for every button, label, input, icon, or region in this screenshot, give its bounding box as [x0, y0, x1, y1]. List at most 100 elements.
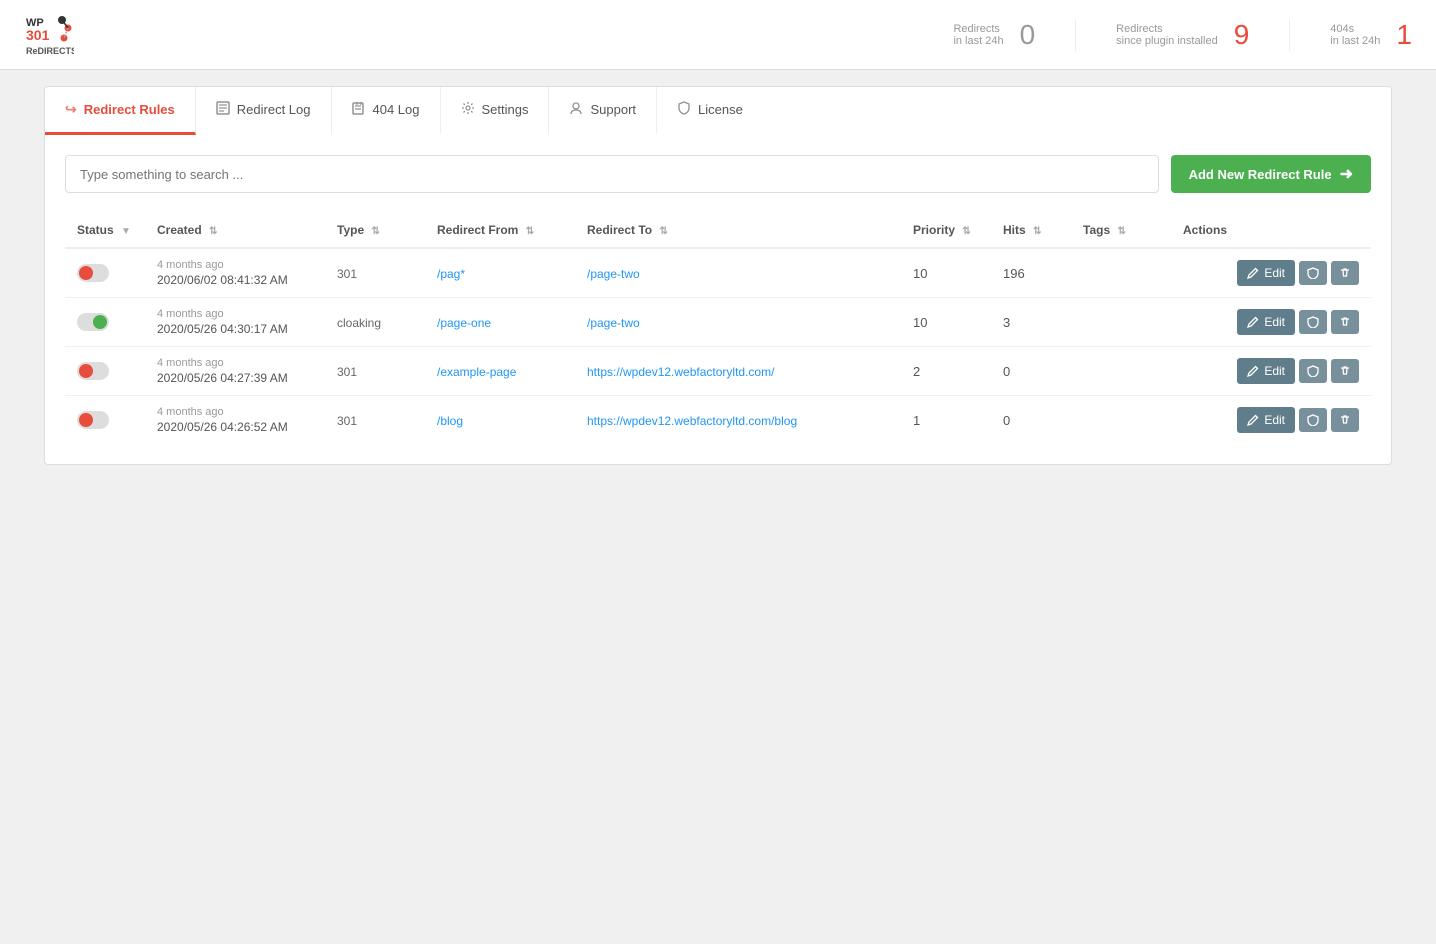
- sort-icon-hits[interactable]: ⇅: [1033, 226, 1041, 237]
- redirect-to-link-1[interactable]: /page-two: [587, 316, 640, 330]
- redirect-from-link-0[interactable]: /pag*: [437, 267, 465, 281]
- logo-svg: WP 301 ReDIRECTS: [24, 10, 74, 60]
- sort-icon-to[interactable]: ⇅: [659, 226, 667, 237]
- tab-support[interactable]: Support: [549, 87, 657, 135]
- tab-redirect-log[interactable]: Redirect Log: [196, 87, 332, 135]
- stat-redirects-24h: Redirects in last 24h 0: [953, 19, 1035, 51]
- redirect-from-link-1[interactable]: /page-one: [437, 316, 491, 330]
- created-cell-3: 4 months ago 2020/05/26 04:26:52 AM: [145, 396, 325, 445]
- redirect-to-link-0[interactable]: /page-two: [587, 267, 640, 281]
- col-status-label: Status: [77, 223, 114, 237]
- table-header: Status ▼ Created ⇅ Type ⇅ Redirect From …: [65, 213, 1371, 248]
- content-area: Add New Redirect Rule ➜ Status ▼ Created…: [44, 135, 1392, 465]
- stat-label-main2: Redirects: [1116, 23, 1218, 35]
- date-main-1: 2020/05/26 04:30:17 AM: [157, 322, 313, 336]
- created-cell-0: 4 months ago 2020/06/02 08:41:32 AM: [145, 248, 325, 298]
- status-toggle-1[interactable]: [77, 313, 109, 331]
- edit-button-1[interactable]: Edit: [1237, 309, 1295, 335]
- status-toggle-2[interactable]: [77, 362, 109, 380]
- edit-icon: [1247, 365, 1259, 377]
- col-header-redirect-from: Redirect From ⇅: [425, 213, 575, 248]
- shield-button-0[interactable]: [1299, 261, 1327, 285]
- redirect-rules-icon: ↪: [65, 101, 77, 118]
- redirect-log-icon: [216, 101, 230, 118]
- license-icon: [677, 101, 691, 118]
- from-cell-0: /pag*: [425, 248, 575, 298]
- status-cell-3: [65, 396, 145, 445]
- edit-button-3[interactable]: Edit: [1237, 407, 1295, 433]
- delete-button-1[interactable]: [1331, 310, 1359, 334]
- tags-cell-0: [1071, 248, 1171, 298]
- sort-icon-tags[interactable]: ⇅: [1117, 226, 1125, 237]
- sort-icon-status[interactable]: ▼: [121, 226, 131, 237]
- add-redirect-rule-button[interactable]: Add New Redirect Rule ➜: [1171, 155, 1371, 193]
- date-ago-3: 4 months ago: [157, 406, 313, 418]
- col-created-label: Created: [157, 223, 202, 237]
- hits-cell-2: 0: [991, 347, 1071, 396]
- add-button-arrow-icon: ➜: [1340, 164, 1353, 184]
- redirect-from-link-2[interactable]: /example-page: [437, 365, 516, 379]
- to-cell-3: https://wpdev12.webfactoryltd.com/blog: [575, 396, 901, 445]
- col-type-label: Type: [337, 223, 364, 237]
- type-badge-1: cloaking: [337, 316, 381, 330]
- actions-cell-2: Edit: [1171, 347, 1371, 396]
- date-main-0: 2020/06/02 08:41:32 AM: [157, 273, 313, 287]
- status-toggle-0[interactable]: [77, 264, 109, 282]
- edit-button-2[interactable]: Edit: [1237, 358, 1295, 384]
- stat-value-404s-24h: 1: [1396, 19, 1412, 51]
- tags-cell-2: [1071, 347, 1171, 396]
- settings-icon: [461, 101, 475, 118]
- tab-404-log-label: 404 Log: [373, 102, 420, 117]
- status-cell-0: [65, 248, 145, 298]
- type-badge-3: 301: [337, 414, 357, 428]
- edit-button-0[interactable]: Edit: [1237, 260, 1295, 286]
- support-icon: [569, 101, 583, 118]
- header: WP 301 ReDIRECTS Redirects in last 24h 0…: [0, 0, 1436, 70]
- status-cell-1: [65, 298, 145, 347]
- stats-bar: Redirects in last 24h 0 Redirects since …: [953, 19, 1412, 51]
- stat-label-main3: 404s: [1330, 23, 1380, 35]
- col-header-actions: Actions: [1171, 213, 1371, 248]
- tab-redirect-rules[interactable]: ↪ Redirect Rules: [45, 87, 196, 135]
- stat-redirects-total: Redirects since plugin installed 9: [1075, 19, 1249, 51]
- tab-settings[interactable]: Settings: [441, 87, 550, 135]
- col-header-type: Type ⇅: [325, 213, 425, 248]
- redirect-from-link-3[interactable]: /blog: [437, 414, 463, 428]
- tab-license[interactable]: License: [657, 87, 763, 135]
- shield-button-2[interactable]: [1299, 359, 1327, 383]
- sort-icon-type[interactable]: ⇅: [371, 226, 379, 237]
- type-badge-2: 301: [337, 365, 357, 379]
- redirect-to-link-3[interactable]: https://wpdev12.webfactoryltd.com/blog: [587, 414, 797, 428]
- delete-button-3[interactable]: [1331, 408, 1359, 432]
- date-main-3: 2020/05/26 04:26:52 AM: [157, 420, 313, 434]
- edit-icon: [1247, 267, 1259, 279]
- to-cell-1: /page-two: [575, 298, 901, 347]
- priority-cell-1: 10: [901, 298, 991, 347]
- shield-button-1[interactable]: [1299, 310, 1327, 334]
- type-cell-2: 301: [325, 347, 425, 396]
- date-ago-2: 4 months ago: [157, 357, 313, 369]
- date-ago-0: 4 months ago: [157, 259, 313, 271]
- redirect-to-link-2[interactable]: https://wpdev12.webfactoryltd.com/: [587, 365, 774, 379]
- from-cell-3: /blog: [425, 396, 575, 445]
- edit-icon: [1247, 414, 1259, 426]
- tags-cell-3: [1071, 396, 1171, 445]
- sort-icon-created[interactable]: ⇅: [209, 226, 217, 237]
- shield-icon: [1307, 316, 1319, 328]
- trash-icon: [1339, 414, 1351, 426]
- col-hits-label: Hits: [1003, 223, 1026, 237]
- delete-button-2[interactable]: [1331, 359, 1359, 383]
- col-priority-label: Priority: [913, 223, 955, 237]
- shield-icon: [1307, 267, 1319, 279]
- stat-404s-24h-label: 404s in last 24h: [1330, 23, 1380, 47]
- status-toggle-3[interactable]: [77, 411, 109, 429]
- tab-404-log[interactable]: 404 Log: [332, 87, 441, 135]
- sort-icon-from[interactable]: ⇅: [526, 226, 534, 237]
- from-cell-2: /example-page: [425, 347, 575, 396]
- stat-redirects-total-label: Redirects since plugin installed: [1116, 23, 1218, 47]
- svg-text:301: 301: [26, 27, 50, 43]
- sort-icon-priority[interactable]: ⇅: [962, 226, 970, 237]
- shield-button-3[interactable]: [1299, 408, 1327, 432]
- search-input[interactable]: [65, 155, 1159, 193]
- delete-button-0[interactable]: [1331, 261, 1359, 285]
